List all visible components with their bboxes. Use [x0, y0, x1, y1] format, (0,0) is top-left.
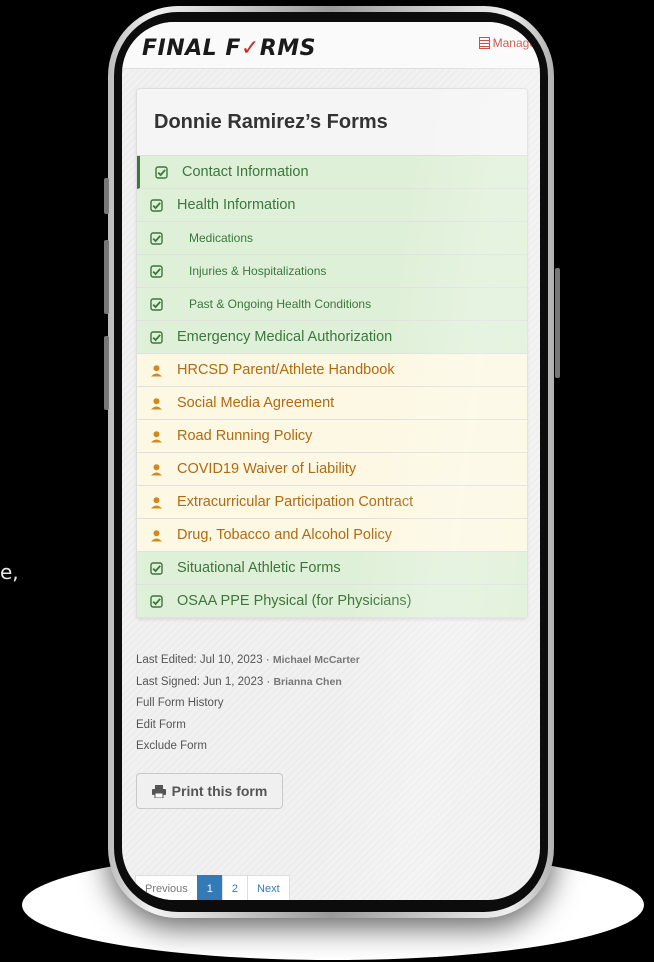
form-row-label: Extracurricular Participation Contract — [177, 494, 414, 510]
list-icon — [478, 37, 490, 49]
check-square-icon — [154, 165, 168, 179]
check-square-icon — [149, 561, 163, 575]
form-row-label: Situational Athletic Forms — [177, 560, 341, 576]
form-row-label: Social Media Agreement — [177, 395, 335, 411]
form-row-label: HRCSD Parent/Athlete Handbook — [177, 362, 395, 378]
printer-icon — [151, 784, 166, 798]
form-row[interactable]: Extracurricular Participation Contract — [137, 486, 527, 519]
form-meta: Last Edited: Jul 10, 2023 · Michael McCa… — [136, 650, 360, 758]
phone-volume-down — [104, 336, 109, 410]
user-pending-icon — [149, 429, 163, 443]
print-form-button[interactable]: Print this form — [136, 773, 283, 809]
exclude-form-link[interactable]: Exclude Form — [136, 736, 360, 758]
form-row[interactable]: Situational Athletic Forms — [137, 552, 527, 585]
form-row-label: Health Information — [177, 197, 296, 213]
check-square-icon — [149, 264, 163, 278]
pagination: Previous 1 2 Next — [135, 875, 290, 900]
last-signed: Last Signed: Jun 1, 2023 · Brianna Chen — [136, 675, 342, 688]
phone-mute-switch — [104, 178, 109, 214]
check-square-icon — [149, 297, 163, 311]
form-row[interactable]: Past & Ongoing Health Conditions — [137, 288, 527, 321]
forms-panel: Donnie Ramirez’s Forms Contact Informati… — [136, 88, 528, 619]
full-form-history-link[interactable]: Full Form History — [136, 693, 360, 715]
user-pending-icon — [149, 363, 163, 377]
user-pending-icon — [149, 528, 163, 542]
form-row[interactable]: Health Information — [137, 189, 527, 222]
last-edited-by: Michael McCarter — [272, 654, 360, 666]
form-row-label: Injuries & Hospitalizations — [189, 264, 327, 278]
phone-power-button — [555, 268, 560, 378]
form-row-label: Emergency Medical Authorization — [177, 329, 393, 345]
finalforms-logo[interactable]: FINAL F✓RMS — [142, 36, 316, 61]
form-row[interactable]: OSAA PPE Physical (for Physicians) — [137, 585, 527, 618]
top-navbar: FINAL F✓RMS Manage — [122, 22, 540, 69]
last-signed-by: Brianna Chen — [273, 675, 342, 688]
check-square-icon — [149, 198, 163, 212]
form-row-label: COVID19 Waiver of Liability — [177, 461, 357, 477]
forms-list: Contact Information Health Information Med… — [137, 156, 527, 618]
form-row-label: Past & Ongoing Health Conditions — [189, 297, 372, 311]
form-row[interactable]: Road Running Policy — [137, 420, 527, 453]
side-text: e, — [0, 560, 19, 584]
pagination-next[interactable]: Next — [247, 875, 290, 900]
form-row-label: OSAA PPE Physical (for Physicians) — [177, 593, 412, 609]
pagination-page-1[interactable]: 1 — [196, 875, 223, 900]
check-square-icon — [149, 594, 163, 608]
form-row-label: Road Running Policy — [177, 428, 313, 444]
user-pending-icon — [149, 462, 163, 476]
form-row[interactable]: Medications — [137, 222, 527, 255]
last-edited: Last Edited: Jul 10, 2023 · Michael McCa… — [136, 654, 360, 666]
form-row-label: Medications — [189, 231, 254, 245]
edit-form-link[interactable]: Edit Form — [136, 715, 360, 737]
phone-screen: FINAL F✓RMS Manage Donnie Ramirez’s Form… — [122, 22, 540, 900]
pagination-page-2[interactable]: 2 — [221, 875, 249, 900]
check-square-icon — [149, 330, 163, 344]
form-row[interactable]: COVID19 Waiver of Liability — [137, 453, 527, 486]
pagination-previous[interactable]: Previous — [135, 875, 198, 900]
form-row-label: Drug, Tobacco and Alcohol Policy — [177, 527, 392, 543]
form-row[interactable]: Emergency Medical Authorization — [137, 321, 527, 354]
form-row-label: Contact Information — [182, 164, 309, 180]
logo-check-icon: ✓ — [240, 36, 260, 61]
form-row[interactable]: Social Media Agreement — [137, 387, 527, 420]
manage-link[interactable]: Manage — [478, 36, 536, 50]
form-row[interactable]: Drug, Tobacco and Alcohol Policy — [137, 519, 527, 552]
form-row[interactable]: Contact Information — [137, 156, 527, 189]
phone-volume-up — [104, 240, 109, 314]
user-pending-icon — [149, 396, 163, 410]
form-row[interactable]: HRCSD Parent/Athlete Handbook — [137, 354, 527, 387]
form-row[interactable]: Injuries & Hospitalizations — [137, 255, 527, 288]
panel-title: Donnie Ramirez’s Forms — [137, 89, 527, 156]
user-pending-icon — [149, 495, 163, 509]
check-square-icon — [149, 231, 163, 245]
